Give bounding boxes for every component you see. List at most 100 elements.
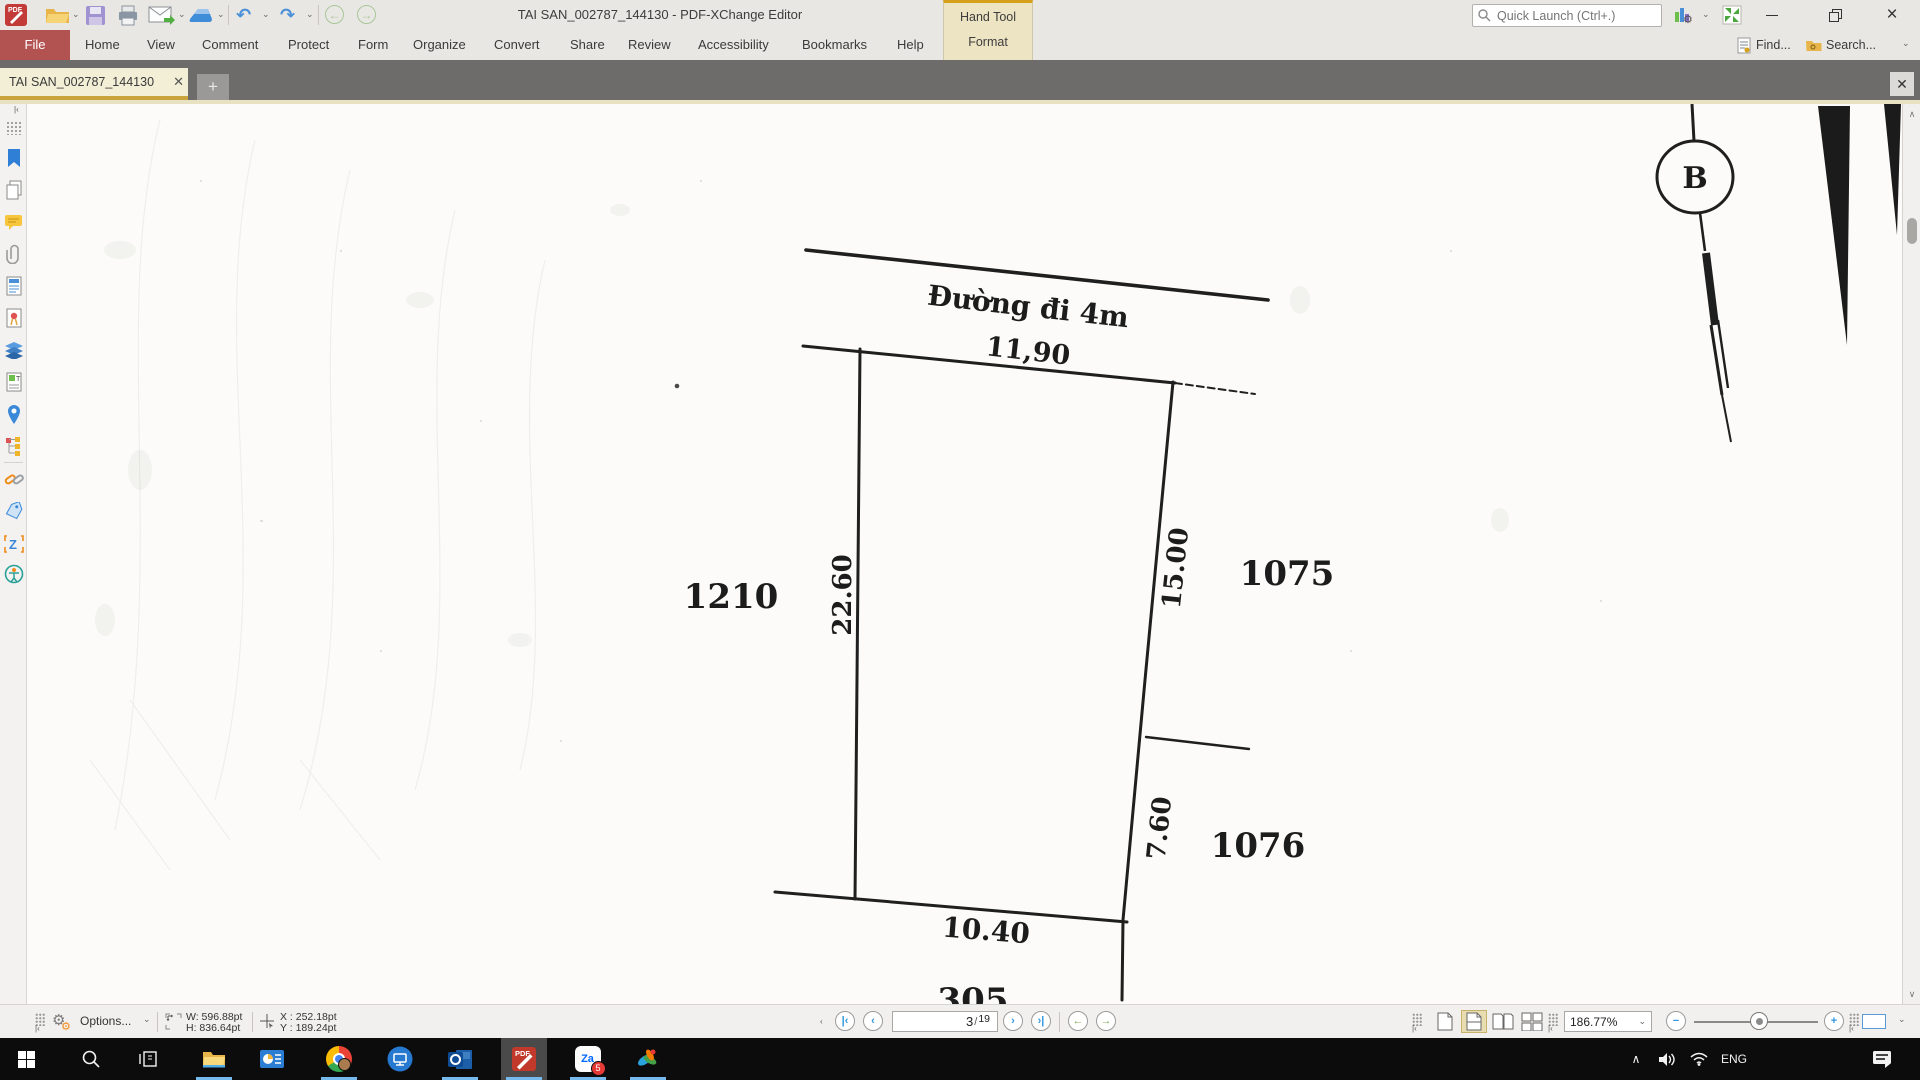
file-explorer-button[interactable] [191,1038,237,1080]
form-fields-panel-icon[interactable]: Z [3,532,24,556]
previous-page-button[interactable]: ‹ [863,1011,883,1031]
menu-share[interactable]: Share [570,30,605,60]
menu-comment[interactable]: Comment [202,30,258,60]
search-button[interactable]: Search... [1805,30,1876,60]
back-button[interactable]: ← [325,5,344,24]
remote-app-button[interactable] [377,1038,423,1080]
email-dropdown-icon[interactable]: ⌄ [178,10,186,19]
signatures-panel-icon[interactable] [3,306,24,330]
menu-form[interactable]: Form [358,30,388,60]
presentation-app-button[interactable] [249,1038,295,1080]
tab-close-icon[interactable]: ✕ [173,74,184,90]
tray-hidden-icons-button[interactable]: ∧ [1620,1038,1652,1080]
ui-options-button[interactable]: ⚙ [1674,3,1694,27]
save-button[interactable] [85,3,106,27]
attachments-panel-icon[interactable] [3,242,24,266]
scroll-up-icon[interactable]: ∧ [1903,106,1920,122]
options-button[interactable]: Options... [80,1014,131,1028]
menu-convert[interactable]: Convert [494,30,540,60]
thumbnails-panel-icon[interactable] [3,116,24,140]
unikey-app-button[interactable] [625,1038,671,1080]
first-page-button[interactable]: |‹ [835,1011,855,1031]
bookmarks-panel-icon[interactable] [3,146,24,170]
vertical-scrollbar[interactable]: ∧ ∨ [1902,104,1920,1004]
scrollbar-thumb[interactable] [1907,218,1917,244]
format-menu[interactable]: Format [944,35,1032,49]
layout-collapse-icon[interactable]: |‹ [1412,1025,1417,1033]
menu-file[interactable]: File [0,30,70,60]
zoom-slider-thumb[interactable] [1750,1012,1768,1030]
content-panel-icon[interactable] [3,274,24,298]
two-page-layout-button[interactable] [1490,1010,1516,1033]
fit-collapse-icon[interactable]: |‹ [1849,1025,1854,1033]
destinations-panel-icon[interactable] [3,402,24,426]
restore-button[interactable] [1815,0,1855,30]
zoom-collapse-icon[interactable]: |‹ [1548,1025,1553,1033]
session-button[interactable] [1722,3,1742,27]
menu-organize[interactable]: Organize [413,30,466,60]
redo-button[interactable]: ↷ [280,3,295,27]
comments-panel-icon[interactable] [3,210,24,234]
redo-dropdown-icon[interactable]: ⌄ [306,10,314,19]
layers-panel-icon[interactable] [3,338,24,362]
zoom-level-dropdown[interactable]: 186.77% ⌄ [1564,1011,1652,1032]
named-tags-panel-icon[interactable] [3,499,24,523]
single-page-layout-button[interactable] [1432,1010,1458,1033]
next-page-button[interactable]: › [1003,1011,1023,1031]
last-page-button[interactable]: ›| [1031,1011,1051,1031]
undo-dropdown-icon[interactable]: ⌄ [262,10,270,19]
document-page[interactable]: Đường đi 4m 11,90 22.60 1210 15.00 1075 … [27,104,1902,1004]
menu-help[interactable]: Help [897,30,924,60]
menu-bookmarks[interactable]: Bookmarks [802,30,867,60]
continuous-layout-button[interactable] [1461,1010,1487,1033]
language-indicator[interactable]: ENG [1714,1038,1754,1080]
menu-accessibility[interactable]: Accessibility [698,30,769,60]
forward-button[interactable]: → [357,5,376,24]
scan-dropdown-icon[interactable]: ⌄ [217,10,225,19]
page-number-box[interactable]: 3 / 19 [892,1011,998,1032]
pagenav-collapse-icon[interactable]: ‹ [820,1018,823,1026]
menu-home[interactable]: Home [85,30,120,60]
outlook-button[interactable] [437,1038,483,1080]
close-button[interactable]: × [1872,0,1912,30]
print-button[interactable] [117,3,139,27]
panel-collapse-icon[interactable]: |‹ [14,106,19,114]
open-dropdown-icon[interactable]: ⌄ [72,10,80,19]
new-tab-button[interactable]: + [197,74,229,100]
zoom-out-button[interactable]: − [1666,1011,1686,1031]
pdf-xchange-taskbar-button[interactable]: PDF [501,1038,547,1080]
task-view-button[interactable] [125,1038,171,1080]
document-tab[interactable]: TAI SAN_002787_144130 ✕ [0,68,188,100]
menu-protect[interactable]: Protect [288,30,329,60]
accessibility-panel-icon[interactable] [3,562,24,586]
toolbar-more-icon[interactable]: ⌄ [1902,39,1910,48]
next-view-button[interactable]: → [1096,1011,1116,1031]
zalo-button[interactable]: Za 5 [565,1038,611,1080]
fit-dropdown-icon[interactable]: ⌄ [1898,1014,1906,1025]
menu-view[interactable]: View [147,30,175,60]
undo-button[interactable]: ↶ [236,3,251,27]
zoom-in-button[interactable]: + [1824,1011,1844,1031]
volume-button[interactable] [1650,1038,1684,1080]
menu-review[interactable]: Review [628,30,671,60]
pages-panel-icon[interactable] [3,178,24,202]
chrome-button[interactable] [316,1038,362,1080]
options-dropdown-icon[interactable]: ⌄ [143,1014,151,1025]
links-panel-icon[interactable] [3,467,24,491]
fields-panel-icon[interactable]: T [3,370,24,394]
minimize-button[interactable] [1752,0,1792,30]
tabbar-close-button[interactable]: ✕ [1890,72,1914,96]
statusbar-collapse-icon[interactable]: |‹ [35,1025,40,1033]
scroll-down-icon[interactable]: ∨ [1903,986,1920,1002]
structure-panel-icon[interactable] [3,434,24,458]
open-button[interactable] [45,3,70,27]
email-button[interactable] [148,3,175,27]
start-button[interactable] [3,1038,49,1080]
quick-launch-input[interactable] [1472,4,1662,27]
network-button[interactable] [1682,1038,1716,1080]
fit-width-button[interactable] [1862,1014,1886,1029]
taskbar-search-button[interactable] [68,1038,114,1080]
previous-view-button[interactable]: ← [1068,1011,1088,1031]
action-center-button[interactable] [1862,1038,1902,1080]
scan-button[interactable] [188,3,214,27]
